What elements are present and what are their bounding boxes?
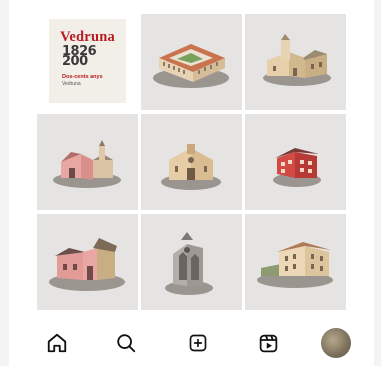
bottom-navigation xyxy=(9,318,374,366)
reels-button[interactable] xyxy=(254,329,282,357)
red-house-illustration xyxy=(273,148,321,187)
profile-post-grid: Vedruna 1826 200 Dos-cents anys Vedruna xyxy=(37,14,351,316)
pink-church-illustration xyxy=(53,140,121,188)
post-gothic-church[interactable] xyxy=(141,214,242,310)
profile-avatar xyxy=(321,328,351,358)
post-beige-church[interactable] xyxy=(141,114,242,210)
reels-icon xyxy=(259,334,277,352)
profile-button[interactable] xyxy=(320,327,352,359)
post-red-house[interactable] xyxy=(245,114,346,210)
brand-subtitle: Dos-cents anys xyxy=(62,74,103,80)
search-button[interactable] xyxy=(112,329,140,357)
cloister-illustration xyxy=(153,44,229,88)
vedruna-logo-card: Vedruna 1826 200 Dos-cents anys Vedruna xyxy=(49,19,126,103)
post-church-belltower[interactable] xyxy=(245,14,346,110)
pink-house-illustration xyxy=(49,238,125,291)
search-icon xyxy=(117,334,136,353)
home-button[interactable] xyxy=(43,329,71,357)
post-pink-church[interactable] xyxy=(37,114,138,210)
church-illustration xyxy=(263,34,331,86)
brand-subtitle-2: Vedruna xyxy=(62,81,81,87)
post-brand-logo[interactable]: Vedruna 1826 200 Dos-cents anys Vedruna xyxy=(37,14,138,110)
create-icon xyxy=(189,334,207,352)
post-pink-house-church[interactable] xyxy=(37,214,138,310)
brand-years: 1826 200 xyxy=(62,45,97,68)
post-manor-house[interactable] xyxy=(245,214,346,310)
beige-church-illustration xyxy=(161,144,221,190)
manor-illustration xyxy=(257,242,333,288)
home-icon xyxy=(47,333,67,353)
gothic-church-illustration xyxy=(165,232,213,295)
post-cloister-building[interactable] xyxy=(141,14,242,110)
create-post-button[interactable] xyxy=(184,329,212,357)
